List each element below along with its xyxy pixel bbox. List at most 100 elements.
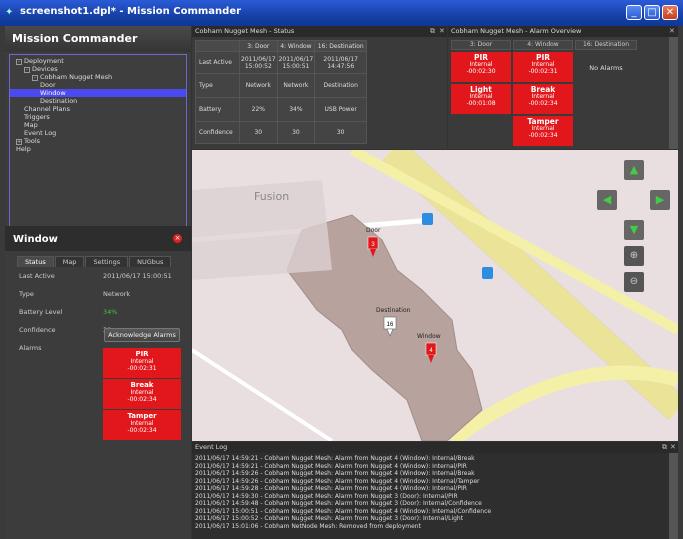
alarm-source: Internal	[130, 420, 154, 427]
tree-node[interactable]: Door	[10, 81, 186, 89]
tab-settings[interactable]: Settings	[85, 256, 129, 267]
close-panel-icon[interactable]: ×	[173, 234, 182, 243]
alarm-time: -00:02:30	[466, 68, 496, 75]
close-button[interactable]: ✕	[662, 5, 678, 20]
column-header: 4: Window	[513, 40, 573, 50]
table-row: Battery 22% 34% USB Power	[195, 97, 368, 122]
tree-node-label: Window	[40, 89, 66, 97]
alarm-source: Internal	[130, 358, 154, 365]
prop-key: Battery Level	[19, 308, 63, 316]
tab-status[interactable]: Status	[17, 256, 54, 267]
alarm-tile[interactable]: Break Internal -00:02:34	[513, 84, 573, 114]
app-header: Mission Commander	[5, 26, 191, 52]
collapse-icon[interactable]: -	[16, 59, 22, 65]
event-log-panel: 2011/06/17 14:59:21 - Cobham Nugget Mesh…	[192, 453, 678, 539]
tree-node[interactable]: - Deployment	[10, 57, 186, 65]
column-header: 3: Door	[451, 40, 511, 50]
tree-node[interactable]: + Tools	[10, 137, 186, 145]
table-row: Last Active 2011/06/17 15:00:52 2011/06/…	[195, 51, 368, 74]
tab-nugbus[interactable]: NUGbus	[129, 256, 172, 267]
tab-map[interactable]: Map	[54, 256, 85, 267]
log-line: 2011/06/17 14:59:26 - Cobham Nugget Mesh…	[195, 470, 475, 477]
left-panel: Mission Commander - Deployment - Devices - Co…	[5, 26, 191, 539]
table-cell: Network	[239, 73, 278, 98]
close-icon[interactable]: ✕	[670, 443, 676, 451]
table-row: Confidence 30 30 30	[195, 121, 368, 144]
alarm-source: Internal	[531, 125, 555, 132]
pan-up-button[interactable]: ▲	[624, 160, 644, 180]
float-icon[interactable]: ⧉	[430, 27, 435, 36]
event-log-title: Event Log	[192, 442, 678, 453]
tree-node[interactable]: - Cobham Nugget Mesh	[10, 73, 186, 81]
collapse-icon[interactable]: -	[24, 67, 30, 73]
tree-node[interactable]: Triggers	[10, 113, 186, 121]
window-titlebar[interactable]: ✦ screenshot1.dpl* - Mission Commander _…	[0, 0, 683, 26]
row-label: Battery	[195, 97, 240, 122]
table-header-row: 3: Door 4: Window 16: Destination	[195, 40, 368, 52]
collapse-icon[interactable]: -	[32, 75, 38, 81]
table-cell: 22%	[239, 97, 278, 122]
alarm-overview-panel: 3: Door 4: Window 16: Destination PIR Int…	[448, 37, 678, 149]
minimize-button[interactable]: _	[626, 5, 642, 20]
pan-right-button[interactable]: ▶	[650, 190, 670, 210]
prop-key: Type	[19, 290, 34, 298]
tree-node-label: Help	[16, 145, 31, 153]
marker-label: Door	[366, 227, 381, 234]
alarm-name: PIR	[135, 350, 149, 358]
tree-node[interactable]: Map	[10, 121, 186, 129]
float-icon[interactable]: ⧉	[662, 443, 667, 452]
alarm-tile[interactable]: PIR Internal -00:02:31	[513, 52, 573, 82]
alarm-tile[interactable]: Light Internal -00:01:08	[451, 84, 511, 114]
alarm-source: Internal	[531, 93, 555, 100]
map-place-label: Fusion	[254, 190, 290, 203]
app-icon: ✦	[5, 7, 14, 18]
table-cell: 2011/06/17 15:00:51	[276, 51, 316, 74]
alarm-tile[interactable]: Break Internal -00:02:34	[103, 379, 181, 409]
marker-label: Window	[417, 333, 441, 340]
prop-value: 2011/06/17 15:00:51	[103, 272, 172, 280]
alarm-overview-title: Cobham Nugget Mesh - Alarm Overview	[448, 26, 678, 37]
zoom-out-button[interactable]: ⊖	[624, 272, 644, 292]
prop-row: Type Network	[5, 286, 191, 304]
zoom-in-button[interactable]: ⊕	[624, 246, 644, 266]
scrollbar[interactable]	[669, 453, 678, 539]
prop-row: Last Active 2011/06/17 15:00:51	[5, 268, 191, 286]
tree-node[interactable]: Window	[10, 89, 186, 97]
row-label: Confidence	[195, 121, 240, 144]
prop-value: 34%	[103, 308, 118, 316]
tree-node[interactable]: Channel Plans	[10, 105, 186, 113]
event-log-title-text: Event Log	[195, 443, 228, 451]
log-line: 2011/06/17 14:59:48 - Cobham Nugget Mesh…	[195, 500, 482, 507]
alarm-time: -00:02:34	[528, 100, 558, 107]
alarm-time: -00:02:31	[528, 68, 558, 75]
alarm-tile[interactable]: PIR Internal -00:02:30	[451, 52, 511, 82]
window-tabs: Status Map Settings NUGbus	[17, 256, 172, 267]
status-panel: 3: Door 4: Window 16: Destination Last A…	[192, 37, 447, 149]
marker-label: Destination	[376, 307, 411, 314]
tree-node[interactable]: Event Log	[10, 129, 186, 137]
table-cell: Network	[276, 73, 316, 98]
map-view[interactable]: 3 16 4 Fusion Door Destination Window ▲ …	[192, 150, 678, 441]
log-line: 2011/06/17 14:59:21 - Cobham Nugget Mesh…	[195, 455, 475, 462]
alarm-source: Internal	[469, 93, 493, 100]
alarm-tile[interactable]: PIR Internal -00:02:31	[103, 348, 181, 378]
tree-node[interactable]: Help	[10, 145, 186, 153]
pan-down-button[interactable]: ▼	[624, 220, 644, 240]
status-title-text: Cobham Nugget Mesh - Status	[195, 27, 295, 35]
close-icon[interactable]: ✕	[669, 27, 675, 35]
alarm-source: Internal	[469, 61, 493, 68]
navigation-tree: - Deployment - Devices - Cobham Nugget Mesh Do…	[9, 54, 187, 247]
alarm-tile[interactable]: Tamper Internal -00:02:34	[513, 116, 573, 146]
tree-node[interactable]: - Devices	[10, 65, 186, 73]
alarm-name: PIR	[535, 53, 551, 62]
app-name: Mission Commander	[12, 32, 138, 45]
pan-left-button[interactable]: ◀	[597, 190, 617, 210]
maximize-button[interactable]: □	[644, 5, 660, 20]
acknowledge-alarms-button[interactable]: Acknowledge Alarms	[104, 328, 180, 342]
alarm-tile[interactable]: Tamper Internal -00:02:34	[103, 410, 181, 440]
scrollbar[interactable]	[669, 37, 678, 149]
column-header: 16: Destination	[575, 40, 637, 50]
close-icon[interactable]: ✕	[439, 27, 445, 35]
tree-node[interactable]: Destination	[10, 97, 186, 105]
no-alarms-text: No Alarms	[589, 64, 623, 72]
